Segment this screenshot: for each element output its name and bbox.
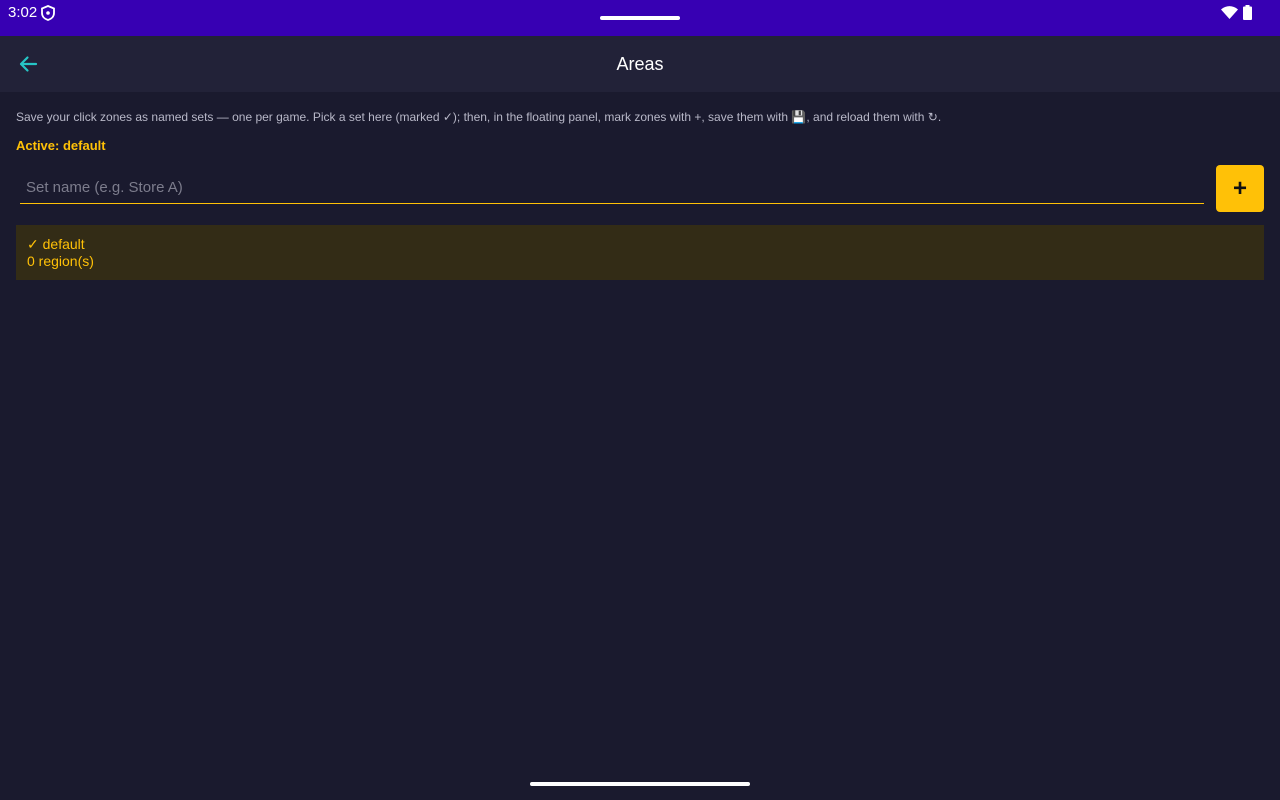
app-bar: Areas: [0, 36, 1280, 92]
status-bar: 3:02: [0, 0, 1280, 36]
active-set-label: Active: default: [16, 138, 106, 153]
status-time: 3:02: [8, 4, 38, 21]
set-name-input[interactable]: [20, 172, 1204, 204]
page-title: Areas: [616, 54, 664, 74]
navigation-handle[interactable]: [530, 782, 750, 786]
set-item-name: ✓ default: [27, 236, 85, 252]
shield-icon: [41, 5, 55, 21]
help-text: Save your click zones as named sets — on…: [16, 110, 942, 124]
set-item-region-count: 0 region(s): [27, 253, 94, 269]
add-set-button[interactable]: +: [1216, 165, 1264, 212]
battery-icon: [1243, 5, 1252, 20]
gesture-handle-top: [600, 16, 680, 20]
wifi-icon: [1221, 6, 1238, 19]
set-list-item[interactable]: ✓ default 0 region(s): [16, 225, 1264, 280]
